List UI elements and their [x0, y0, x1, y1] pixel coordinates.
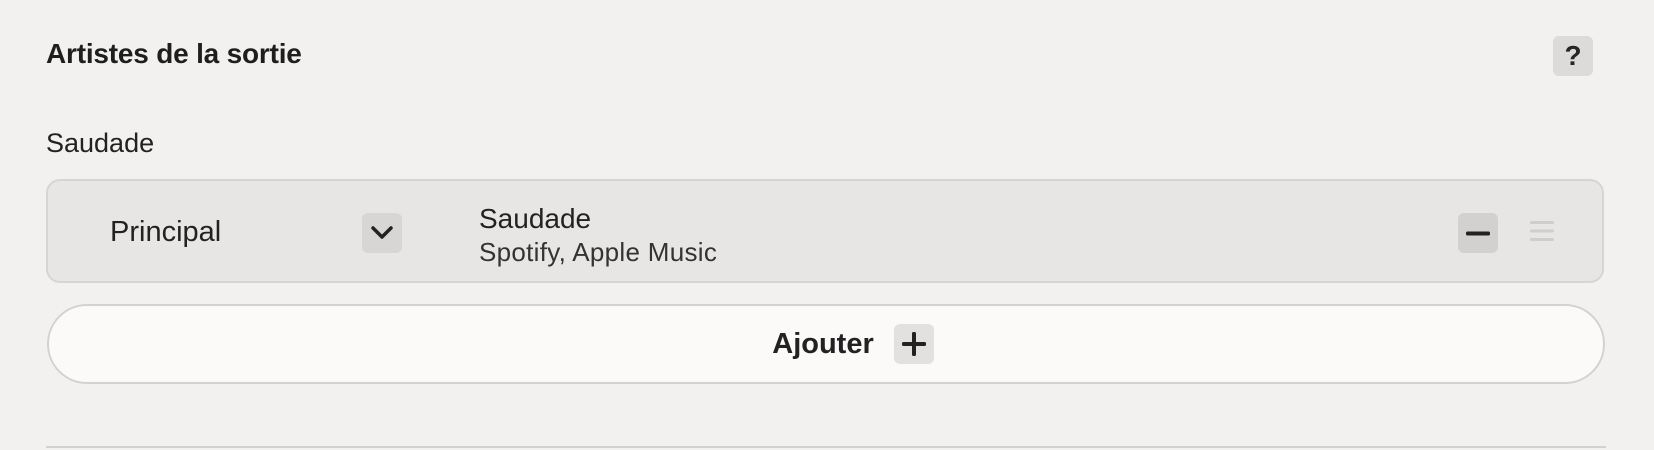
artist-row: Principal Saudade Spotify, Apple Music: [46, 179, 1604, 283]
release-artists-section: Artistes de la sortie ? Saudade Principa…: [46, 0, 1606, 450]
role-select-value: Principal: [110, 216, 222, 248]
remove-artist-button[interactable]: [1458, 213, 1498, 253]
question-mark-icon: ?: [1564, 40, 1582, 71]
drag-handle[interactable]: [1522, 215, 1562, 251]
help-button[interactable]: ?: [1553, 36, 1593, 76]
artist-group-label: Saudade: [46, 128, 155, 158]
plus-icon: [893, 324, 934, 364]
drag-handle-icon: [1529, 219, 1555, 248]
artist-name: Saudade: [479, 203, 592, 234]
artist-info: Saudade Spotify, Apple Music: [479, 203, 717, 269]
role-select[interactable]: Principal: [110, 181, 410, 281]
section-divider: [46, 446, 1606, 448]
add-artist-label: Ajouter: [772, 327, 874, 360]
chevron-down-icon[interactable]: [362, 213, 402, 253]
section-title: Artistes de la sortie: [46, 38, 302, 69]
add-artist-button[interactable]: Ajouter: [47, 304, 1605, 384]
artist-platforms: Spotify, Apple Music: [479, 237, 718, 267]
minus-icon: [1466, 224, 1490, 242]
